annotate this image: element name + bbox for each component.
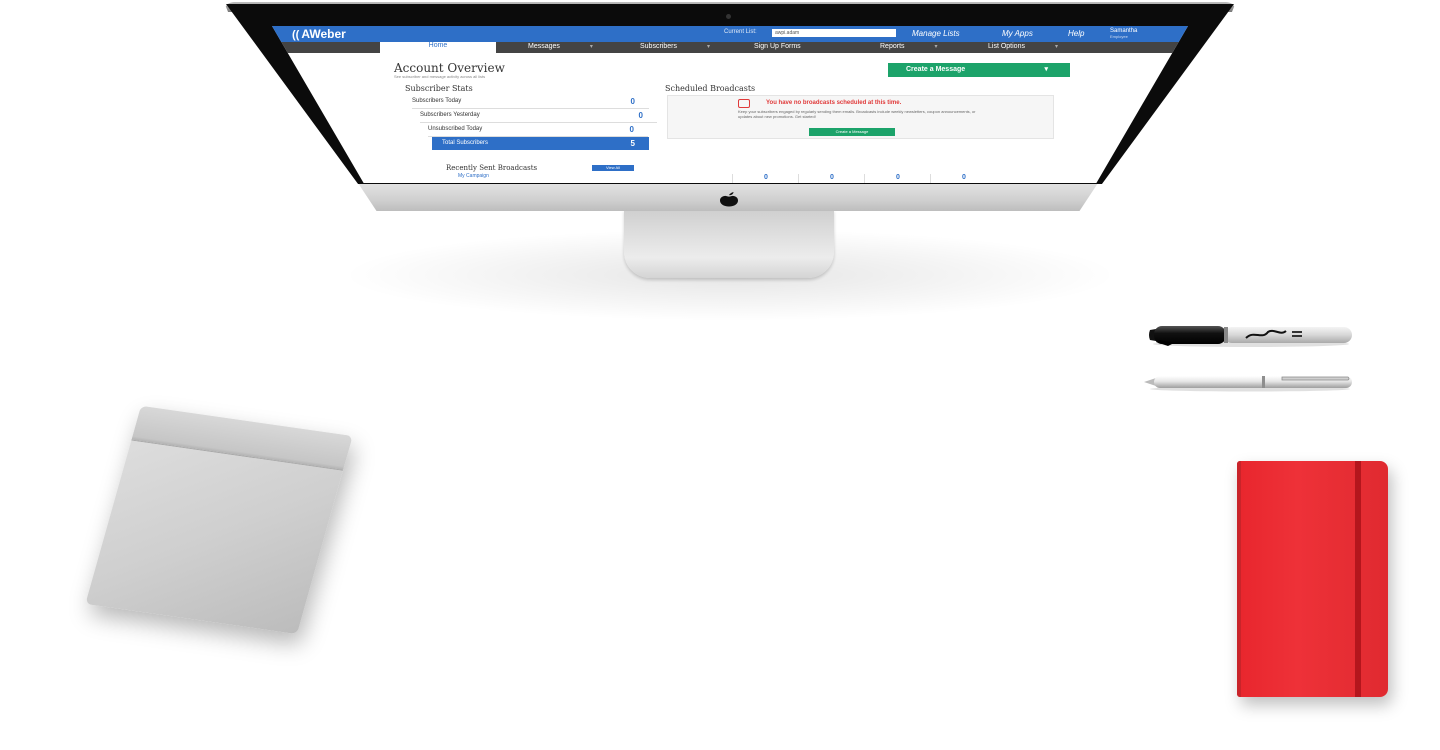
recent-broadcasts-title: Recently Sent Broadcasts — [446, 164, 538, 172]
aweber-logo[interactable]: ((AWeber — [292, 27, 346, 41]
calendar-warning-icon — [738, 99, 750, 108]
apple-logo-icon — [720, 192, 738, 207]
create-message-small-button[interactable]: Create a Message — [809, 128, 895, 136]
current-list-select[interactable] — [772, 29, 896, 37]
help-link[interactable]: Help — [1068, 29, 1084, 38]
stat-row-total[interactable]: Total Subscribers 5 — [432, 137, 649, 150]
user-menu[interactable]: Samantha Employee — [1110, 28, 1137, 40]
brand-name: AWeber — [301, 27, 346, 41]
view-all-button[interactable]: View All — [592, 165, 634, 171]
no-broadcasts-warning: You have no broadcasts scheduled at this… — [766, 100, 902, 106]
current-list-label: Current List: — [724, 29, 757, 35]
wave-logo-icon: (( — [292, 29, 300, 41]
page-title: Account Overview — [394, 61, 505, 75]
silver-pen — [1144, 376, 1352, 392]
scheduled-broadcasts-title: Scheduled Broadcasts — [665, 84, 756, 93]
recent-broadcast-item[interactable]: My Campaign — [458, 173, 489, 179]
app-header: ((AWeber Current List: Manage Lists My A… — [272, 26, 1188, 42]
trackpad-battery-strip — [131, 405, 353, 471]
my-apps-link[interactable]: My Apps — [1002, 29, 1033, 38]
magic-trackpad — [85, 405, 353, 635]
page-subtitle: See subscriber and message activity acro… — [394, 74, 486, 79]
mini-stat: 0 — [930, 174, 997, 183]
imac-stand — [624, 210, 834, 278]
stat-row[interactable]: Unsubscribed Today 0 — [428, 123, 648, 137]
mini-stat: 0 — [732, 174, 799, 183]
camera-icon — [726, 14, 731, 19]
manage-lists-link[interactable]: Manage Lists — [912, 29, 960, 38]
notebook-elastic-band — [1355, 461, 1361, 697]
create-message-button[interactable]: Create a Message ▾ — [888, 63, 1070, 77]
sharpie-marker — [1149, 326, 1352, 347]
no-broadcasts-message: Keep your subscribers engaged by regular… — [738, 109, 976, 119]
notebook-spine — [1237, 461, 1241, 697]
subscriber-stats-title: Subscriber Stats — [405, 84, 473, 93]
stat-row[interactable]: Subscribers Today 0 — [412, 95, 649, 109]
nav-sign-up-forms[interactable]: Sign Up Forms — [754, 43, 801, 50]
scheduled-broadcasts-panel: You have no broadcasts scheduled at this… — [667, 95, 1054, 139]
stat-row[interactable]: Subscribers Yesterday 0 — [420, 109, 657, 123]
nav-reports[interactable]: Reports ▾ — [880, 43, 938, 50]
red-notebook — [1237, 461, 1388, 697]
mini-stat: 0 — [864, 174, 931, 183]
mini-stat: 0 — [798, 174, 865, 183]
chevron-down-icon: ▾ — [1044, 66, 1048, 73]
user-role: Employee — [1110, 34, 1128, 39]
nav-messages[interactable]: Messages ▾ — [528, 43, 593, 50]
nav-home[interactable]: Home — [380, 42, 496, 54]
nav-subscribers[interactable]: Subscribers ▾ — [640, 43, 710, 50]
imac-screen: ((AWeber Current List: Manage Lists My A… — [272, 26, 1188, 183]
nav-list-options[interactable]: List Options ▾ — [988, 43, 1058, 50]
